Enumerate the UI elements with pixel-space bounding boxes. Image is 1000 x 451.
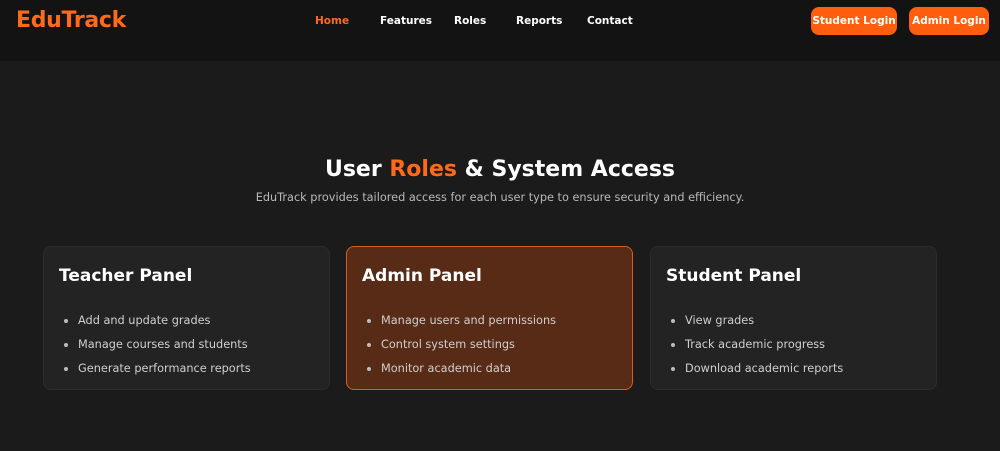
- card-feature-list: Manage users and permissions Control sys…: [367, 313, 556, 385]
- bullet-icon: [671, 343, 675, 347]
- nav-link-contact[interactable]: Contact: [587, 15, 633, 27]
- list-item: Track academic progress: [671, 337, 843, 361]
- bullet-icon: [64, 343, 68, 347]
- navbar: EduTrack Home Features Roles Reports Con…: [0, 0, 1000, 61]
- admin-panel-card: Admin Panel Manage users and permissions…: [346, 246, 633, 390]
- list-item: Add and update grades: [64, 313, 251, 337]
- list-item-label: Manage users and permissions: [381, 314, 557, 327]
- nav-link-roles[interactable]: Roles: [454, 15, 486, 27]
- bullet-icon: [64, 367, 68, 371]
- list-item-label: Manage courses and students: [78, 338, 248, 351]
- bullet-icon: [367, 343, 371, 347]
- list-item: Generate performance reports: [64, 361, 251, 385]
- card-title: Teacher Panel: [59, 266, 193, 286]
- teacher-panel-card: Teacher Panel Add and update grades Mana…: [43, 246, 330, 390]
- list-item: Download academic reports: [671, 361, 843, 385]
- bullet-icon: [64, 319, 68, 323]
- list-item: Monitor academic data: [367, 361, 556, 385]
- student-login-button[interactable]: Student Login: [811, 7, 897, 35]
- section-subtitle: EduTrack provides tailored access for ea…: [255, 191, 745, 204]
- title-start: User: [324, 157, 390, 182]
- list-item-label: Add and update grades: [78, 314, 211, 327]
- bullet-icon: [671, 367, 675, 371]
- card-feature-list: Add and update grades Manage courses and…: [64, 313, 251, 385]
- admin-login-button[interactable]: Admin Login: [909, 7, 989, 35]
- card-title: Admin Panel: [362, 266, 482, 286]
- list-item: Manage courses and students: [64, 337, 251, 361]
- nav-link-reports[interactable]: Reports: [516, 15, 562, 27]
- list-item: Control system settings: [367, 337, 556, 361]
- title-accent: Roles: [389, 157, 457, 182]
- list-item-label: Monitor academic data: [381, 362, 512, 375]
- bullet-icon: [367, 367, 371, 371]
- title-end: & System Access: [456, 157, 676, 182]
- list-item: View grades: [671, 313, 843, 337]
- card-title: Student Panel: [666, 266, 802, 286]
- nav-link-features[interactable]: Features: [380, 15, 432, 27]
- list-item-label: Download academic reports: [685, 362, 844, 375]
- bullet-icon: [671, 319, 675, 323]
- nav-link-home[interactable]: Home: [315, 15, 349, 27]
- list-item-label: Track academic progress: [685, 338, 826, 351]
- card-feature-list: View grades Track academic progress Down…: [671, 313, 843, 385]
- bullet-icon: [367, 319, 371, 323]
- list-item-label: View grades: [685, 314, 755, 327]
- list-item-label: Generate performance reports: [78, 362, 251, 375]
- list-item-label: Control system settings: [381, 338, 515, 351]
- student-panel-card: Student Panel View grades Track academic…: [650, 246, 937, 390]
- list-item: Manage users and permissions: [367, 313, 556, 337]
- section-title: User Roles & System Access: [0, 157, 1000, 182]
